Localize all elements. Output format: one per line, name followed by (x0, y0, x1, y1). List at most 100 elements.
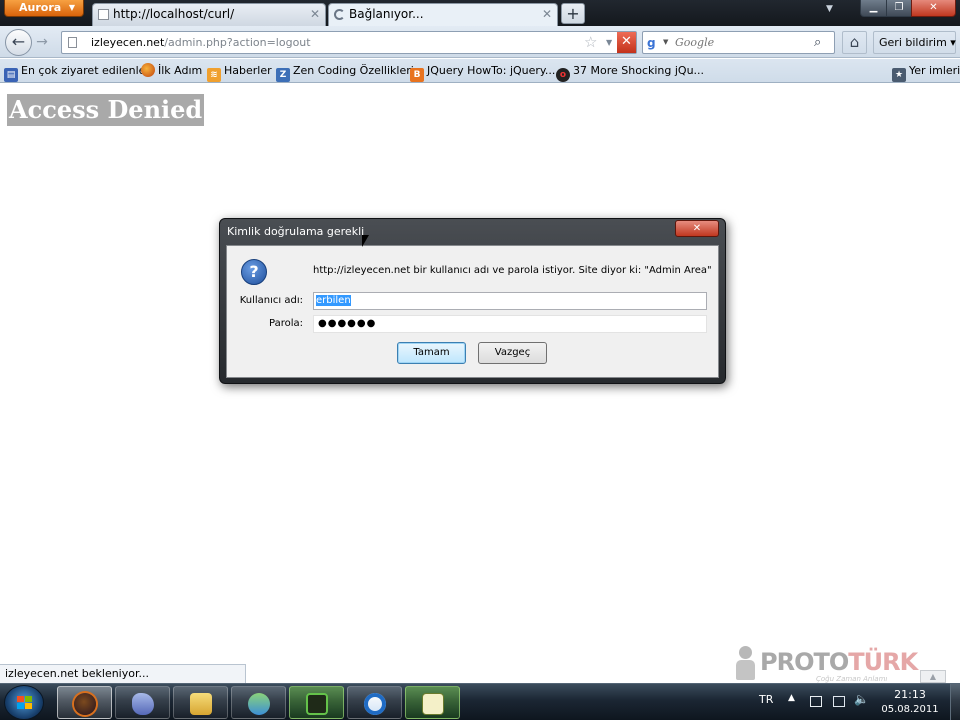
tab-label: Bağlanıyor... (349, 7, 424, 21)
volume-icon[interactable]: 🔈 (854, 692, 869, 706)
dialog-message: http://izleyecen.net bir kullanıcı adı v… (313, 265, 712, 276)
tab-localhost-curl[interactable]: http://localhost/curl/ ✕ (92, 3, 326, 26)
bookmarks-star-icon: ★ (892, 68, 906, 82)
taskbar-editor[interactable] (405, 686, 460, 719)
stop-button[interactable]: ✕ (617, 32, 636, 53)
bookmarks-menu[interactable]: ★ Yer imleri (892, 59, 960, 83)
status-bar: izleyecen.net bekleniyor... (0, 664, 246, 683)
mouse-cursor-icon (362, 235, 369, 247)
dialog-close-button[interactable]: ✕ (675, 220, 719, 237)
search-input[interactable] (675, 34, 811, 51)
bookmark-label: Haberler (224, 64, 272, 77)
brand-part-b: TÜRK (848, 648, 918, 676)
bookmark-news[interactable]: ≋ Haberler (207, 59, 272, 83)
url-history-dropdown-icon[interactable]: ▼ (606, 32, 612, 53)
address-bar[interactable]: izleyecen.net/admin.php?action=logout ☆ … (61, 31, 637, 54)
camera-icon (306, 693, 328, 715)
scroll-to-top-button[interactable]: ▲ (920, 670, 946, 683)
show-hidden-icons-icon[interactable]: ▲ (788, 693, 795, 703)
close-tab-icon[interactable]: ✕ (310, 4, 320, 25)
bookmark-star-icon[interactable]: ☆ (584, 32, 597, 53)
page-icon (68, 37, 77, 48)
bookmark-zen-coding[interactable]: Z Zen Coding Özellikleri (276, 59, 414, 83)
start-button[interactable] (4, 685, 44, 720)
clock-date[interactable]: 05.08.2011 (878, 704, 942, 715)
bookmark-label: 37 More Shocking jQu... (573, 64, 705, 77)
taskbar-messenger[interactable] (231, 686, 286, 719)
bookmark-label: JQuery HowTo: jQuery... (427, 64, 556, 77)
minimize-button[interactable]: ▁ (860, 0, 887, 17)
app-menu-label: Aurora (19, 1, 62, 14)
firefox-icon (141, 63, 155, 77)
dolphin-icon (132, 693, 154, 715)
page-icon (98, 9, 109, 20)
bookmark-most-visited[interactable]: ▤ En çok ziyaret edilenler (4, 59, 150, 83)
bookmark-getting-started[interactable]: İlk Adım (141, 59, 202, 83)
taskbar-teamviewer[interactable] (347, 686, 402, 719)
teamviewer-icon (364, 693, 386, 715)
taskbar-explorer[interactable] (173, 686, 228, 719)
back-button[interactable]: ← (5, 29, 32, 56)
window-close-button[interactable]: ✕ (911, 0, 956, 17)
tab-label: http://localhost/curl/ (113, 7, 235, 21)
bookmark-37-more-shocking[interactable]: o 37 More Shocking jQu... (556, 59, 704, 83)
tab-connecting[interactable]: Bağlanıyor... ✕ (328, 3, 558, 26)
username-field[interactable]: erbilen (313, 292, 707, 310)
clock-time[interactable]: 21:13 (878, 688, 942, 701)
watermark-logo: PROTOTÜRK Çoğu Zaman Anlamı (730, 644, 920, 684)
rss-feed-icon: ≋ (207, 68, 221, 82)
folder-icon (190, 693, 212, 715)
watermark-brand: PROTOTÜRK (760, 648, 918, 676)
taskbar-firefox[interactable] (57, 686, 112, 719)
bookmarks-toolbar: ▤ En çok ziyaret edilenler İlk Adım ≋ Habe… (0, 59, 960, 83)
windows-logo-icon (17, 696, 33, 710)
network-icon[interactable] (833, 696, 845, 707)
page-heading: Access Denied (7, 94, 205, 126)
title-bar: Aurora ▼ http://localhost/curl/ ✕ Bağlan… (0, 0, 960, 26)
home-button[interactable]: ⌂ (842, 31, 867, 54)
bookmark-label: Zen Coding Özellikleri (293, 64, 414, 77)
bookmark-label: Yer imleri (909, 64, 960, 77)
bookmark-jquery-howto[interactable]: B JQuery HowTo: jQuery... (410, 59, 555, 83)
google-icon[interactable]: g (647, 36, 656, 50)
url-text[interactable]: izleyecen.net/admin.php?action=logout (91, 32, 311, 53)
app-menu-button[interactable]: Aurora ▼ (4, 0, 84, 17)
taskbar-camtasia[interactable] (289, 686, 344, 719)
forward-button[interactable]: → (32, 34, 52, 52)
restore-button[interactable]: ❐ (886, 0, 912, 17)
username-label: Kullanıcı adı: (239, 295, 303, 306)
taskbar-dolphin-app[interactable] (115, 686, 170, 719)
list-all-tabs-icon[interactable]: ▼ (826, 4, 833, 14)
blogger-icon: B (410, 68, 424, 82)
new-tab-button[interactable]: + (561, 3, 585, 24)
dialog-body: ? http://izleyecen.net bir kullanıcı adı… (226, 245, 719, 378)
chevron-down-icon[interactable]: ▼ (663, 32, 668, 53)
bookmark-folder-icon: ▤ (4, 68, 18, 82)
action-center-flag-icon[interactable] (810, 696, 822, 707)
close-tab-icon[interactable]: ✕ (542, 4, 552, 25)
username-value: erbilen (316, 295, 351, 306)
watermark-tagline: Çoğu Zaman Anlamı (816, 675, 888, 683)
feedback-button[interactable]: Geri bildirim ▾ (873, 31, 956, 54)
bookmark-label: En çok ziyaret edilenler (21, 64, 150, 77)
language-indicator[interactable]: TR (759, 693, 773, 706)
ok-button[interactable]: Tamam (397, 342, 466, 364)
url-path: /admin.php?action=logout (164, 36, 311, 49)
search-icon[interactable]: ⌕ (814, 32, 821, 53)
dialog-title: Kimlik doğrulama gerekli (227, 225, 365, 238)
firefox-icon (74, 693, 96, 715)
brand-part-a: PROTO (760, 648, 849, 676)
site-favicon-icon: Z (276, 68, 290, 82)
search-bar[interactable]: g ▼ ⌕ (642, 31, 835, 54)
password-field[interactable]: ●●●●●● (313, 315, 707, 333)
url-host: izleyecen.net (91, 36, 165, 49)
show-desktop-button[interactable] (950, 684, 960, 720)
auth-dialog: Kimlik doğrulama gerekli ✕ ? http://izle… (219, 218, 726, 384)
chevron-down-icon: ▼ (68, 3, 75, 12)
site-favicon-icon: o (556, 68, 570, 82)
cancel-button[interactable]: Vazgeç (478, 342, 547, 364)
mascot-icon (734, 646, 756, 682)
messenger-icon (248, 693, 270, 715)
editor-icon (422, 693, 444, 715)
question-icon: ? (241, 259, 267, 285)
